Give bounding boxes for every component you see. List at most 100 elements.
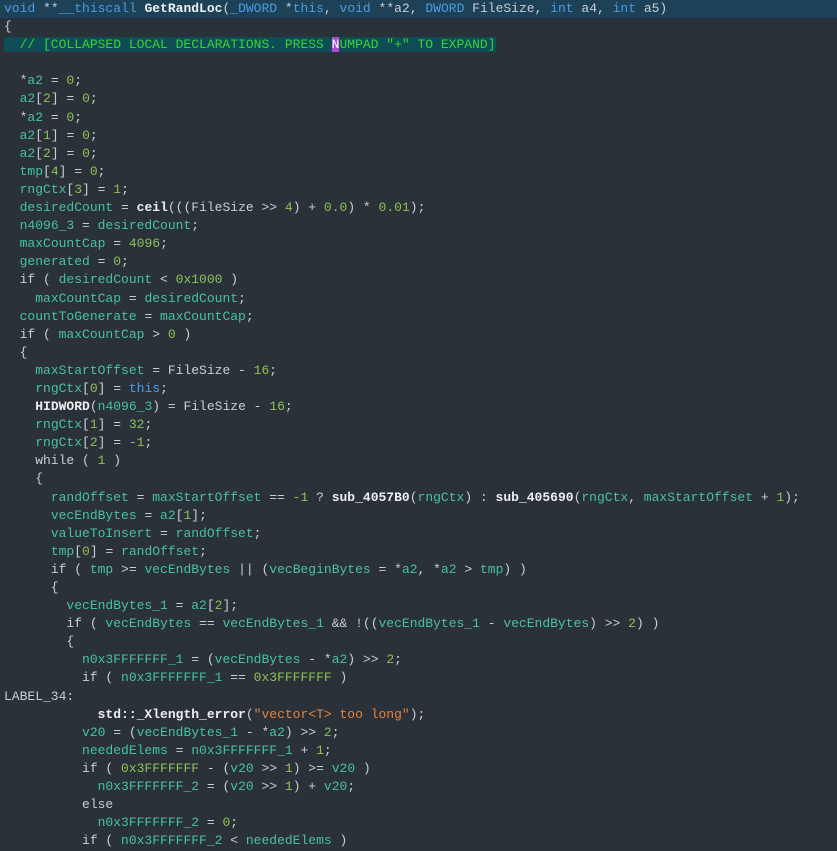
code-token-p: ;: [160, 236, 168, 251]
code-line[interactable]: rngCtx[2] = -1;: [0, 434, 837, 452]
code-line[interactable]: n4096_3 = desiredCount;: [0, 217, 837, 235]
code-line[interactable]: vecEndBytes_1 = a2[2];: [0, 597, 837, 615]
code-line[interactable]: tmp[4] = 0;: [0, 163, 837, 181]
code-token-p: a5): [636, 1, 667, 16]
code-token-p: = *: [371, 562, 402, 577]
code-token-v: n4096_3: [98, 399, 153, 414]
code-line[interactable]: a2[1] = 0;: [0, 127, 837, 145]
code-line[interactable]: {: [0, 633, 837, 651]
code-token-p: =: [199, 815, 222, 830]
code-line[interactable]: if ( n0x3FFFFFFF_2 < neededElems ): [0, 832, 837, 850]
collapsed-declarations-banner: // [COLLAPSED LOCAL DECLARATIONS. PRESS …: [4, 37, 496, 52]
code-token-n: -1: [129, 435, 145, 450]
code-line[interactable]: if ( maxCountCap > 0 ): [0, 326, 837, 344]
code-line[interactable]: {: [0, 579, 837, 597]
code-token-v: rngCtx: [20, 182, 67, 197]
code-token-p: ;: [90, 128, 98, 143]
code-token-p: ): [176, 327, 192, 342]
code-line[interactable]: rngCtx[3] = 1;: [0, 181, 837, 199]
code-token-p: - *: [238, 725, 269, 740]
code-token-p: while (: [4, 453, 98, 468]
code-line[interactable]: *a2 = 0;: [0, 109, 837, 127]
code-token-p: **: [35, 1, 58, 16]
code-token-p: ];: [191, 508, 207, 523]
code-token-p: >>: [254, 779, 285, 794]
code-line[interactable]: std::_Xlength_error("vector<T> too long"…: [0, 706, 837, 724]
code-line[interactable]: else: [0, 796, 837, 814]
code-token-p: [: [82, 381, 90, 396]
code-token-p: [: [35, 91, 43, 106]
code-token-n: 0: [168, 327, 176, 342]
code-token-v: maxCountCap: [160, 309, 246, 324]
code-token-k: int: [550, 1, 573, 16]
code-token-p: **a2,: [371, 1, 426, 16]
code-line[interactable]: v20 = (vecEndBytes_1 - *a2) >> 2;: [0, 724, 837, 742]
code-line[interactable]: [0, 54, 837, 72]
code-token-p: ;: [238, 291, 246, 306]
code-line[interactable]: {: [0, 18, 837, 36]
code-line[interactable]: HIDWORD(n4096_3) = FileSize - 16;: [0, 398, 837, 416]
code-token-k: int: [613, 1, 636, 16]
code-line[interactable]: while ( 1 ): [0, 452, 837, 470]
code-token-p: [: [35, 146, 43, 161]
code-token-p: {: [4, 471, 43, 486]
code-line[interactable]: if ( desiredCount < 0x1000 ): [0, 271, 837, 289]
code-line[interactable]: n0x3FFFFFFF_1 = (vecEndBytes - *a2) >> 2…: [0, 651, 837, 669]
code-line[interactable]: generated = 0;: [0, 253, 837, 271]
code-token-p: && !((: [324, 616, 379, 631]
code-line[interactable]: maxCountCap = desiredCount;: [0, 290, 837, 308]
code-token-p: (((FileSize >>: [168, 200, 285, 215]
code-token-p: >: [144, 327, 167, 342]
code-token-n: 2: [324, 725, 332, 740]
code-token-v: a2: [160, 508, 176, 523]
code-token-p: [: [82, 417, 90, 432]
code-line[interactable]: tmp[0] = randOffset;: [0, 543, 837, 561]
code-token-p: ] =: [51, 128, 82, 143]
decompiler-pseudocode-view[interactable]: void **__thiscall GetRandLoc(_DWORD *thi…: [0, 0, 837, 851]
code-line[interactable]: randOffset = maxStartOffset == -1 ? sub_…: [0, 489, 837, 507]
code-token-p: ;: [332, 725, 340, 740]
code-line[interactable]: neededElems = n0x3FFFFFFF_1 + 1;: [0, 742, 837, 760]
code-token-v: maxCountCap: [35, 291, 121, 306]
code-token-v: vecEndBytes: [215, 652, 301, 667]
code-token-p: ] =: [98, 417, 129, 432]
code-line[interactable]: maxCountCap = 4096;: [0, 235, 837, 253]
code-token-p: FileSize,: [464, 1, 550, 16]
code-token-p: =: [74, 218, 97, 233]
code-line[interactable]: n0x3FFFFFFF_2 = 0;: [0, 814, 837, 832]
code-line[interactable]: rngCtx[1] = 32;: [0, 416, 837, 434]
code-line[interactable]: // [COLLAPSED LOCAL DECLARATIONS. PRESS …: [0, 36, 837, 54]
code-token-p: ];: [222, 598, 238, 613]
code-line[interactable]: countToGenerate = maxCountCap;: [0, 308, 837, 326]
code-token-n: 2: [43, 146, 51, 161]
code-line[interactable]: maxStartOffset = FileSize - 16;: [0, 362, 837, 380]
code-line[interactable]: rngCtx[0] = this;: [0, 380, 837, 398]
code-line[interactable]: {: [0, 470, 837, 488]
code-token-k: void: [340, 1, 371, 16]
code-line[interactable]: a2[2] = 0;: [0, 145, 837, 163]
code-line[interactable]: if ( tmp >= vecEndBytes || (vecBeginByte…: [0, 561, 837, 579]
code-token-p: {: [4, 19, 12, 34]
code-token-p: =: [168, 743, 191, 758]
code-token-v: v20: [230, 761, 253, 776]
code-line[interactable]: void **__thiscall GetRandLoc(_DWORD *thi…: [0, 0, 837, 18]
code-line[interactable]: valueToInsert = randOffset;: [0, 525, 837, 543]
code-token-v: maxCountCap: [20, 236, 106, 251]
code-line[interactable]: if ( n0x3FFFFFFF_1 == 0x3FFFFFFF ): [0, 669, 837, 687]
code-line[interactable]: {: [0, 344, 837, 362]
code-token-p: = (: [183, 652, 214, 667]
code-line[interactable]: desiredCount = ceil(((FileSize >> 4) + 0…: [0, 199, 837, 217]
code-token-v: maxCountCap: [59, 327, 145, 342]
code-line[interactable]: if ( vecEndBytes == vecEndBytes_1 && !((…: [0, 615, 837, 633]
code-token-n: 16: [254, 363, 270, 378]
code-line[interactable]: a2[2] = 0;: [0, 90, 837, 108]
code-line[interactable]: n0x3FFFFFFF_2 = (v20 >> 1) + v20;: [0, 778, 837, 796]
code-token-p: ;: [347, 779, 355, 794]
code-token-p: =: [121, 291, 144, 306]
code-line[interactable]: if ( 0x3FFFFFFF - (v20 >> 1) >= v20 ): [0, 760, 837, 778]
code-line[interactable]: LABEL_34:: [0, 688, 837, 706]
code-line[interactable]: *a2 = 0;: [0, 72, 837, 90]
code-line[interactable]: vecEndBytes = a2[1];: [0, 507, 837, 525]
code-token-p: ;: [199, 544, 207, 559]
code-token-p: [: [207, 598, 215, 613]
